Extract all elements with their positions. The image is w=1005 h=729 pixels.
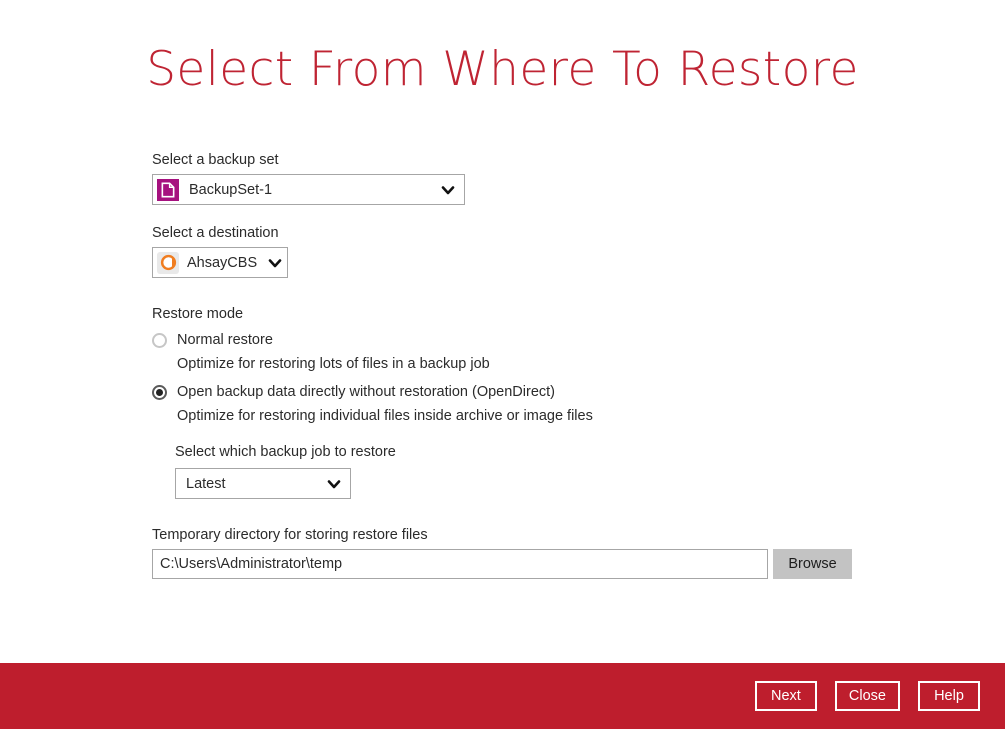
chevron-down-icon <box>327 479 341 488</box>
backup-job-select[interactable]: Latest <box>175 468 351 499</box>
browse-button[interactable]: Browse <box>773 549 852 579</box>
destination-field: Select a destination AhsayCBS <box>152 223 912 278</box>
backup-set-select[interactable]: BackupSet-1 <box>152 174 465 205</box>
radio-indicator-opendirect[interactable] <box>152 384 167 400</box>
backup-job-label: Select which backup job to restore <box>175 444 396 460</box>
page-title: Select From Where To Restore <box>146 42 859 97</box>
chevron-down-icon <box>268 258 282 267</box>
chevron-down-icon <box>441 185 455 194</box>
destination-label: Select a destination <box>152 225 279 241</box>
radio-description-opendirect: Optimize for restoring individual files … <box>177 408 593 424</box>
radio-label-normal-restore: Normal restore <box>177 332 273 348</box>
destination-value: AhsayCBS <box>187 254 258 271</box>
backup-set-field: Select a backup set BackupSet-1 <box>152 150 912 205</box>
restore-mode-label: Restore mode <box>152 306 244 322</box>
temp-directory-label: Temporary directory for storing restore … <box>152 527 428 543</box>
footer-bar: Next Close Help <box>0 663 1005 729</box>
backup-set-label: Select a backup set <box>152 152 279 168</box>
backup-set-value: BackupSet-1 <box>189 181 273 198</box>
radio-option-opendirect[interactable]: Open backup data directly without restor… <box>152 380 912 404</box>
radio-option-normal-restore[interactable]: Normal restore <box>152 328 912 352</box>
close-button[interactable]: Close <box>834 681 900 711</box>
temp-directory-input[interactable] <box>152 549 768 579</box>
document-icon <box>157 178 179 201</box>
temp-directory-row: Browse <box>152 549 912 579</box>
radio-label-opendirect: Open backup data directly without restor… <box>177 384 555 400</box>
radio-description-normal-restore: Optimize for restoring lots of files in … <box>177 356 490 372</box>
help-button[interactable]: Help <box>918 681 980 711</box>
restore-form: Select a backup set BackupSet-1 Select a… <box>152 150 912 579</box>
destination-select[interactable]: AhsayCBS <box>152 247 288 278</box>
restore-mode-group: Restore mode Normal restore Optimize for… <box>152 304 912 499</box>
next-button[interactable]: Next <box>754 681 817 711</box>
backup-job-field: Select which backup job to restore Lates… <box>175 442 912 499</box>
ahsaycbs-logo-icon <box>157 251 179 274</box>
backup-job-value: Latest <box>186 475 226 492</box>
radio-indicator-normal-restore[interactable] <box>152 332 167 348</box>
temp-directory-field: Temporary directory for storing restore … <box>152 525 912 579</box>
